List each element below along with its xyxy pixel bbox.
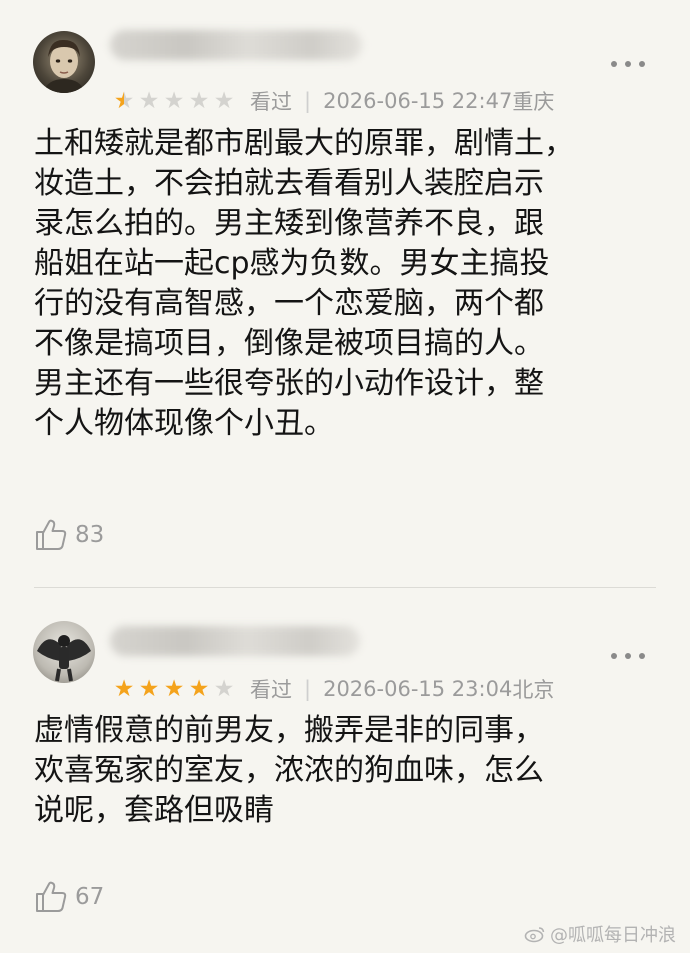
review-card: ████████████ ★ ★ ★ ★ ★ 看过 | 2026-06-15 2… <box>0 0 690 588</box>
watermark-text: @呱呱每日冲浪 <box>550 925 676 946</box>
review-meta: ★ ★ ★ ★ ★ 看过 | 2026-06-15 23:04 北京 <box>112 674 555 704</box>
username-blurred[interactable]: ████████████ <box>110 626 360 656</box>
star-icon: ★ <box>138 87 160 114</box>
star-icon: ★ <box>213 87 235 114</box>
meta-separator: | <box>304 677 312 701</box>
more-options-button[interactable] <box>611 59 645 69</box>
star-icon: ★ <box>188 675 210 702</box>
thumbs-up-icon <box>36 519 67 550</box>
star-icon: ★ <box>163 87 185 114</box>
star-icon: ★ <box>113 87 135 114</box>
username-blurred[interactable]: ████████████ <box>110 30 362 60</box>
star-icon: ★ <box>163 675 185 702</box>
review-datetime: 2026-06-15 22:47 <box>323 89 513 113</box>
more-dots-icon <box>611 61 617 67</box>
review-card: ████████████ ★ ★ ★ ★ ★ 看过 | 2026-06-15 2… <box>0 589 690 953</box>
review-text: 虚情假意的前男友，搬弄是非的同事， 欢喜冤家的室友，浓浓的狗血味，怎么 说呢，套… <box>34 713 544 828</box>
avatar[interactable] <box>33 31 95 93</box>
like-count: 67 <box>75 884 105 910</box>
avatar[interactable] <box>33 621 95 683</box>
star-rating: ★ ★ ★ ★ ★ <box>112 87 236 114</box>
weibo-logo-icon <box>524 927 545 943</box>
like-button[interactable]: 67 <box>33 877 104 917</box>
weibo-watermark: @呱呱每日冲浪 <box>524 921 676 947</box>
review-text: 土和矮就是都市剧最大的原罪，剧情土， 妆造土，不会拍就去看看别人装腔启示 录怎么… <box>34 126 574 441</box>
review-datetime: 2026-06-15 23:04 <box>323 677 513 701</box>
avatar-image <box>43 39 85 93</box>
star-icon: ★ <box>188 87 210 114</box>
review-divider <box>34 587 656 588</box>
thumbs-up-icon <box>36 881 67 912</box>
meta-separator: | <box>304 89 312 113</box>
avatar-image <box>37 635 91 682</box>
review-location: 北京 <box>512 678 555 702</box>
star-rating: ★ ★ ★ ★ ★ <box>112 675 236 702</box>
star-icon: ★ <box>213 675 235 702</box>
watch-status: 看过 <box>250 90 292 114</box>
star-icon: ★ <box>113 675 135 702</box>
more-options-button[interactable] <box>611 651 645 661</box>
review-location: 重庆 <box>512 90 555 114</box>
review-meta: ★ ★ ★ ★ ★ 看过 | 2026-06-15 22:47 重庆 <box>112 86 555 116</box>
like-count: 83 <box>75 522 105 548</box>
star-icon: ★ <box>138 675 160 702</box>
watch-status: 看过 <box>250 678 292 702</box>
more-dots-icon <box>611 653 617 659</box>
like-button[interactable]: 83 <box>33 515 104 555</box>
